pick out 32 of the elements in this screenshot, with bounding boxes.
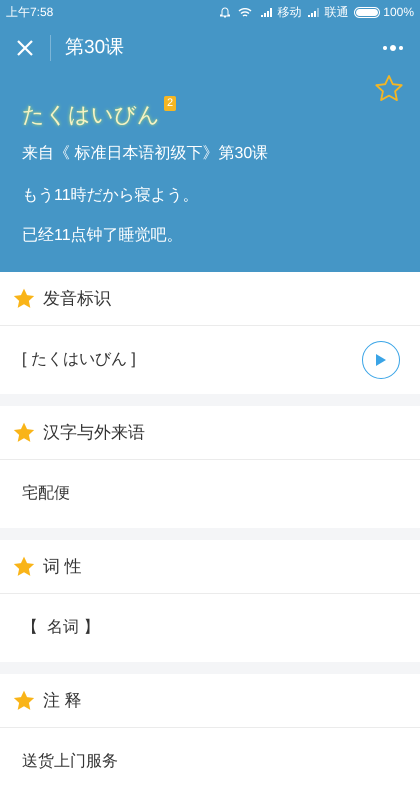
battery-icon (354, 6, 380, 18)
example-translation: 已经11点钟了睡觉吧。 (22, 226, 184, 246)
signal-icon (260, 7, 274, 17)
star-icon (12, 286, 36, 310)
example-sentence: もう11時だから寝よう。 (22, 186, 200, 206)
section-title: 发音标识 (43, 288, 111, 310)
close-icon[interactable] (16, 39, 34, 57)
carrier-name: 移动 (277, 4, 302, 21)
section-content: 宅配便 (22, 484, 70, 504)
section-title: 汉字与外来语 (43, 422, 145, 444)
section-title: 注 释 (43, 690, 82, 712)
play-button[interactable] (362, 341, 400, 379)
star-icon (12, 420, 36, 444)
signal-icon (307, 7, 320, 17)
section-content: [ たくはいびん ] (22, 350, 136, 370)
section-content: 【 名词 】 (22, 618, 100, 638)
star-icon (12, 688, 36, 712)
more-icon[interactable] (382, 44, 404, 52)
star-icon (12, 554, 36, 578)
battery-level: 100% (383, 4, 414, 21)
carrier-name: 联通 (324, 4, 348, 21)
tone-badge: 2 (164, 96, 176, 111)
favorite-star-icon[interactable] (374, 74, 404, 104)
page-title: 第30课 (65, 36, 124, 60)
source-text: 来自《 标准日本语初级下》第30课 (22, 144, 270, 164)
section-content: 送货上门服务 (22, 752, 118, 772)
wifi-icon (238, 6, 252, 18)
bell-icon (220, 6, 230, 18)
status-time: 上午7:58 (6, 4, 54, 21)
section-title: 词 性 (43, 556, 82, 578)
word-kana: たくはいびん (22, 101, 160, 129)
play-icon (375, 353, 387, 367)
